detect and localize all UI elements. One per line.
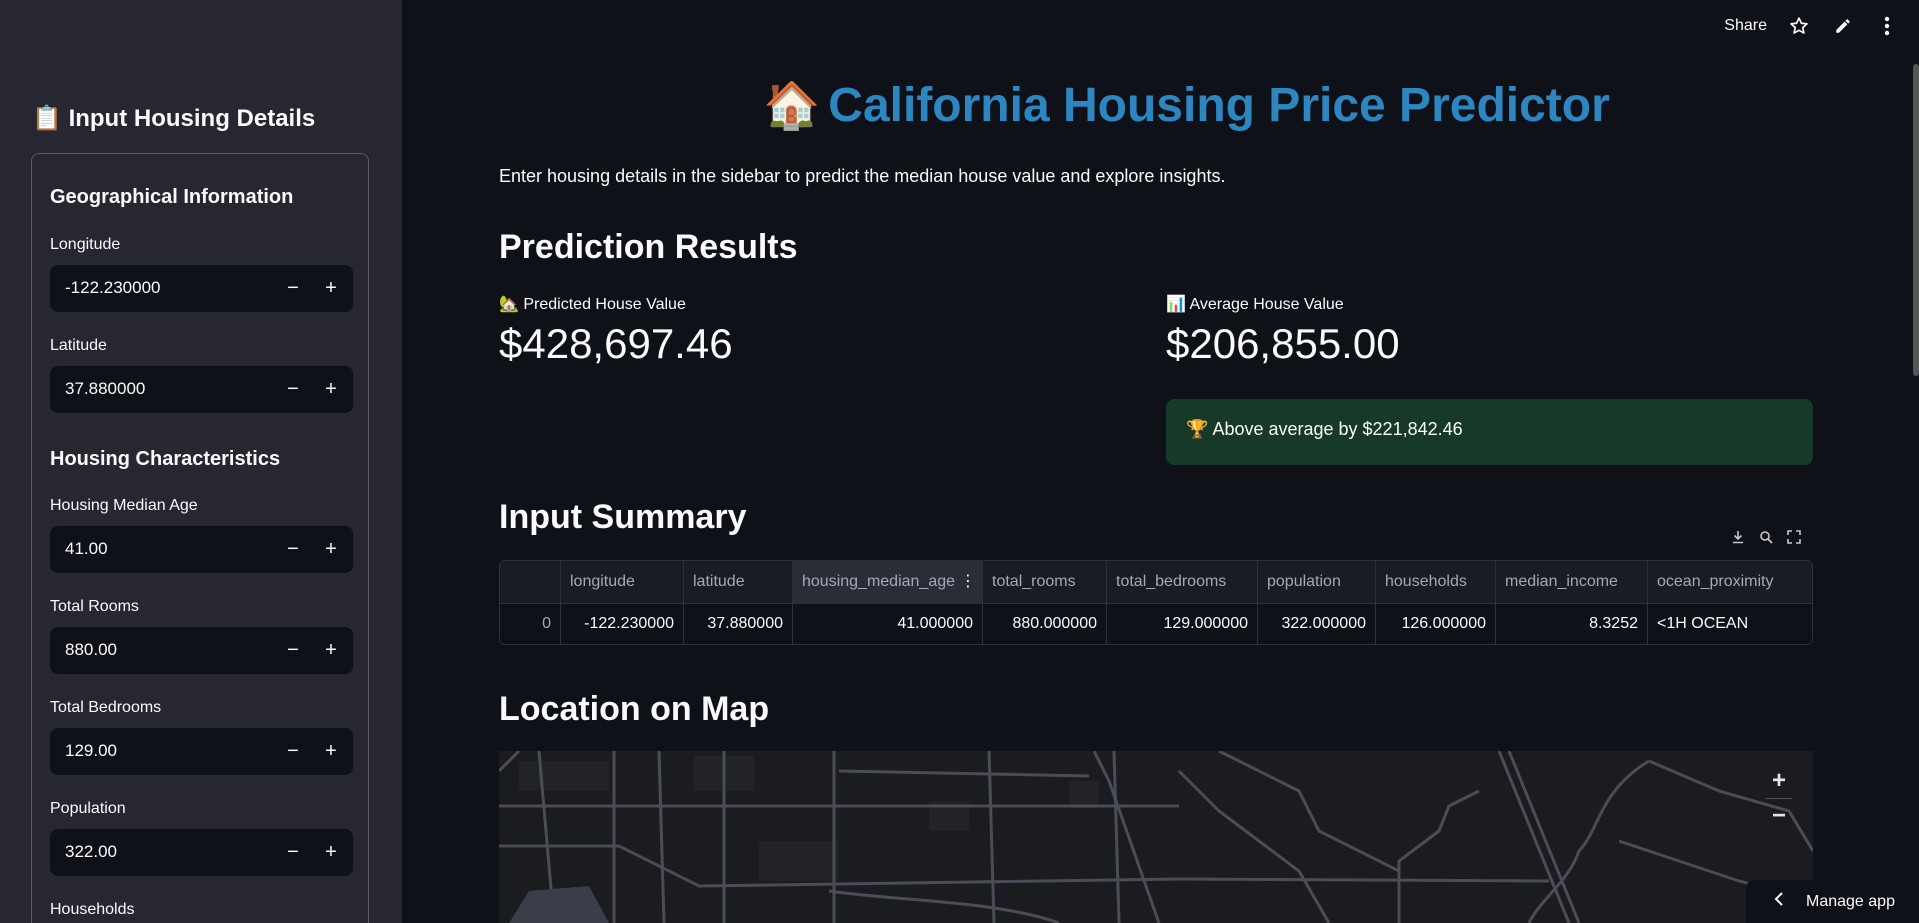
latitude-decrement-button[interactable]: −	[274, 366, 312, 413]
population-increment-button[interactable]: +	[312, 829, 350, 876]
total-rooms-decrement-button[interactable]: −	[274, 627, 312, 674]
search-icon[interactable]	[1754, 525, 1778, 549]
column-header-population[interactable]: population	[1258, 561, 1376, 603]
table-header-row: longitude latitude housing_median_age ⋮ …	[500, 561, 1812, 604]
column-header-total-rooms[interactable]: total_rooms	[983, 561, 1107, 603]
page-scrollbar[interactable]	[1913, 64, 1919, 376]
longitude-increment-button[interactable]: +	[312, 265, 350, 312]
column-header-median-income[interactable]: median_income	[1496, 561, 1648, 603]
total-rooms-label: Total Rooms	[50, 598, 139, 615]
cell-housing-median-age[interactable]: 41.000000	[793, 603, 983, 644]
section-heading-housing: Housing Characteristics	[50, 448, 281, 470]
intro-text: Enter housing details in the sidebar to …	[499, 166, 1226, 186]
prediction-results-heading: Prediction Results	[499, 228, 798, 266]
fullscreen-icon[interactable]	[1782, 525, 1806, 549]
more-vertical-icon[interactable]	[1875, 14, 1899, 38]
page-title: 🏠 California Housing Price Predictor	[763, 79, 1610, 132]
total-rooms-input[interactable]: 880.00 − +	[50, 627, 353, 674]
column-header-total-bedrooms[interactable]: total_bedrooms	[1107, 561, 1258, 603]
bar-chart-icon: 📊	[1166, 296, 1186, 313]
cell-households[interactable]: 126.000000	[1376, 603, 1496, 644]
sidebar-title: 📋 Input Housing Details	[32, 105, 316, 132]
cell-ocean-proximity[interactable]: <1H OCEAN	[1648, 603, 1812, 644]
population-decrement-button[interactable]: −	[274, 829, 312, 876]
location-map-heading: Location on Map	[499, 690, 770, 728]
house-emoji-icon: 🏠	[763, 79, 821, 131]
column-header-households[interactable]: households	[1376, 561, 1496, 603]
longitude-input[interactable]: -122.230000 − +	[50, 265, 353, 312]
total-bedrooms-value[interactable]: 129.00	[65, 741, 117, 761]
table-toolbar	[1720, 522, 1812, 552]
clipboard-icon: 📋	[32, 105, 62, 132]
housing-median-age-label: Housing Median Age	[50, 497, 198, 514]
population-value[interactable]: 322.00	[65, 842, 117, 862]
chevron-left-icon	[1774, 892, 1784, 911]
trophy-icon: 🏆	[1186, 419, 1209, 439]
table-row: 0 -122.230000 37.880000 41.000000 880.00…	[500, 603, 1812, 644]
housing-median-age-increment-button[interactable]: +	[312, 526, 350, 573]
longitude-label: Longitude	[50, 236, 121, 253]
longitude-value[interactable]: -122.230000	[65, 278, 160, 298]
input-summary-heading: Input Summary	[499, 498, 747, 536]
latitude-label: Latitude	[50, 337, 107, 354]
download-icon[interactable]	[1726, 525, 1750, 549]
map-zoom-controls: + −	[1761, 764, 1797, 834]
households-label: Households	[50, 901, 135, 918]
population-input[interactable]: 322.00 − +	[50, 829, 353, 876]
total-bedrooms-input[interactable]: 129.00 − +	[50, 728, 353, 775]
total-rooms-value[interactable]: 880.00	[65, 640, 117, 660]
cell-total-bedrooms[interactable]: 129.000000	[1107, 603, 1258, 644]
average-value: $206,855.00	[1166, 320, 1400, 367]
latitude-input[interactable]: 37.880000 − +	[50, 366, 353, 413]
share-button[interactable]: Share	[1724, 17, 1767, 35]
star-icon[interactable]	[1787, 14, 1811, 38]
input-summary-table: longitude latitude housing_median_age ⋮ …	[499, 560, 1813, 645]
column-menu-icon[interactable]: ⋮	[960, 561, 976, 603]
total-rooms-increment-button[interactable]: +	[312, 627, 350, 674]
cell-population[interactable]: 322.000000	[1258, 603, 1376, 644]
latitude-increment-button[interactable]: +	[312, 366, 350, 413]
column-header-longitude[interactable]: longitude	[561, 561, 684, 603]
house-garden-icon: 🏡	[499, 296, 519, 313]
total-bedrooms-decrement-button[interactable]: −	[274, 728, 312, 775]
housing-median-age-input[interactable]: 41.00 − +	[50, 526, 353, 573]
cell-index[interactable]: 0	[500, 603, 561, 644]
predicted-value: $428,697.46	[499, 320, 733, 367]
cell-longitude[interactable]: -122.230000	[561, 603, 684, 644]
latitude-value[interactable]: 37.880000	[65, 379, 145, 399]
population-label: Population	[50, 800, 126, 817]
column-header-index[interactable]	[500, 561, 561, 603]
location-map[interactable]	[499, 751, 1813, 923]
longitude-decrement-button[interactable]: −	[274, 265, 312, 312]
manage-app-button[interactable]: Manage app	[1746, 880, 1919, 923]
cell-median-income[interactable]: 8.3252	[1496, 603, 1648, 644]
section-heading-geo: Geographical Information	[50, 186, 294, 208]
zoom-in-button[interactable]: +	[1761, 764, 1797, 798]
cell-latitude[interactable]: 37.880000	[684, 603, 793, 644]
column-header-latitude[interactable]: latitude	[684, 561, 793, 603]
total-bedrooms-label: Total Bedrooms	[50, 699, 162, 716]
app-toolbar: Share	[1724, 14, 1899, 38]
housing-median-age-decrement-button[interactable]: −	[274, 526, 312, 573]
housing-median-age-value[interactable]: 41.00	[65, 539, 108, 559]
comparison-alert: 🏆 Above average by $221,842.46	[1166, 399, 1813, 465]
average-value-label: 📊 Average House Value	[1166, 296, 1344, 313]
column-header-ocean-proximity[interactable]: ocean_proximity	[1648, 561, 1812, 603]
cell-total-rooms[interactable]: 880.000000	[983, 603, 1107, 644]
column-header-housing-median-age[interactable]: housing_median_age ⋮	[793, 561, 983, 603]
zoom-out-button[interactable]: −	[1761, 799, 1797, 833]
pencil-icon[interactable]	[1831, 14, 1855, 38]
map-streets	[499, 751, 1813, 923]
predicted-value-label: 🏡 Predicted House Value	[499, 296, 686, 313]
sidebar: 📋 Input Housing Details Geographical Inf…	[0, 0, 402, 923]
total-bedrooms-increment-button[interactable]: +	[312, 728, 350, 775]
